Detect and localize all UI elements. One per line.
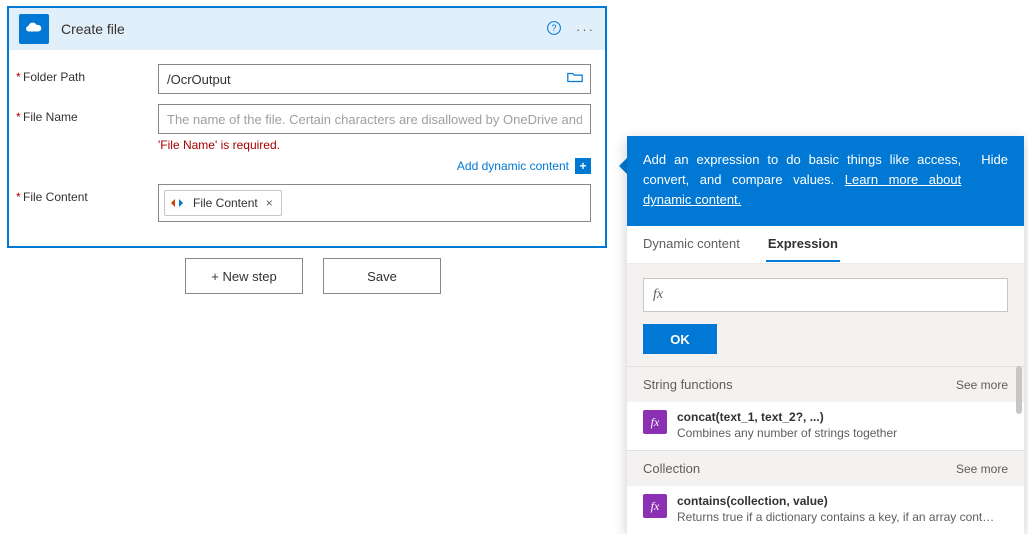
new-step-button[interactable]: + New step xyxy=(185,258,303,294)
input-file-name[interactable] xyxy=(158,104,591,134)
fn-concat[interactable]: fx concat(text_1, text_2?, ...) Combines… xyxy=(627,402,1024,450)
fn-description: Combines any number of strings together xyxy=(677,426,1008,440)
category-title: String functions xyxy=(643,377,733,392)
panel-header: Add an expression to do basic things lik… xyxy=(627,136,1024,226)
onedrive-icon xyxy=(19,14,49,44)
input-file-content[interactable]: File Content × xyxy=(158,184,591,222)
add-dynamic-content-plus-icon[interactable]: + xyxy=(575,158,591,174)
panel-tabs: Dynamic content Expression xyxy=(627,226,1024,264)
label-folder-path: Folder Path xyxy=(23,64,158,84)
label-file-content: File Content xyxy=(23,184,158,204)
action-buttons: + New step Save xyxy=(185,258,441,294)
input-folder-path[interactable] xyxy=(158,64,591,94)
expression-area: fx OK xyxy=(627,264,1024,366)
fx-badge-icon: fx xyxy=(643,410,667,434)
expression-input[interactable] xyxy=(643,278,1008,312)
add-dynamic-content-link[interactable]: Add dynamic content xyxy=(457,159,569,173)
ok-button[interactable]: OK xyxy=(643,324,717,354)
fn-description: Returns true if a dictionary contains a … xyxy=(677,510,1008,524)
label-file-name: File Name xyxy=(23,104,158,124)
category-string-functions: String functions See more xyxy=(627,366,1024,402)
scrollbar-thumb[interactable] xyxy=(1016,366,1022,414)
card-header[interactable]: Create file ? ··· xyxy=(9,8,605,50)
error-file-name: 'File Name' is required. xyxy=(158,138,591,152)
function-list: String functions See more fx concat(text… xyxy=(627,366,1024,534)
card-menu-icon[interactable]: ··· xyxy=(576,22,595,37)
see-more-collection[interactable]: See more xyxy=(956,462,1008,476)
hide-panel-link[interactable]: Hide xyxy=(981,150,1008,167)
save-button[interactable]: Save xyxy=(323,258,441,294)
token-file-content[interactable]: File Content × xyxy=(164,190,282,216)
category-collection: Collection See more xyxy=(627,450,1024,486)
row-folder-path: Folder Path xyxy=(23,64,591,94)
fn-signature: contains(collection, value) xyxy=(677,494,1008,508)
create-file-card: Create file ? ··· Folder Path File Name … xyxy=(7,6,607,248)
panel-body: Dynamic content Expression fx OK String … xyxy=(627,226,1024,534)
help-icon[interactable]: ? xyxy=(546,20,562,39)
panel-header-text: Add an expression to do basic things lik… xyxy=(643,150,961,210)
fn-contains[interactable]: fx contains(collection, value) Returns t… xyxy=(627,486,1024,534)
api2pdf-icon xyxy=(167,193,187,213)
tab-expression[interactable]: Expression xyxy=(768,236,838,263)
svg-text:?: ? xyxy=(552,23,557,33)
fx-icon: fx xyxy=(653,287,663,303)
card-title: Create file xyxy=(61,21,546,37)
see-more-string[interactable]: See more xyxy=(956,378,1008,392)
fn-signature: concat(text_1, text_2?, ...) xyxy=(677,410,1008,424)
fx-badge-icon: fx xyxy=(643,494,667,518)
tab-dynamic-content[interactable]: Dynamic content xyxy=(643,236,740,263)
card-body: Folder Path File Name 'File Name' is req… xyxy=(9,50,605,246)
expression-panel: Add an expression to do basic things lik… xyxy=(627,136,1024,534)
row-file-content: File Content File Content × xyxy=(23,184,591,222)
token-label: File Content xyxy=(193,196,258,210)
category-title: Collection xyxy=(643,461,700,476)
row-file-name: File Name 'File Name' is required. Add d… xyxy=(23,104,591,174)
token-remove-icon[interactable]: × xyxy=(266,196,273,210)
